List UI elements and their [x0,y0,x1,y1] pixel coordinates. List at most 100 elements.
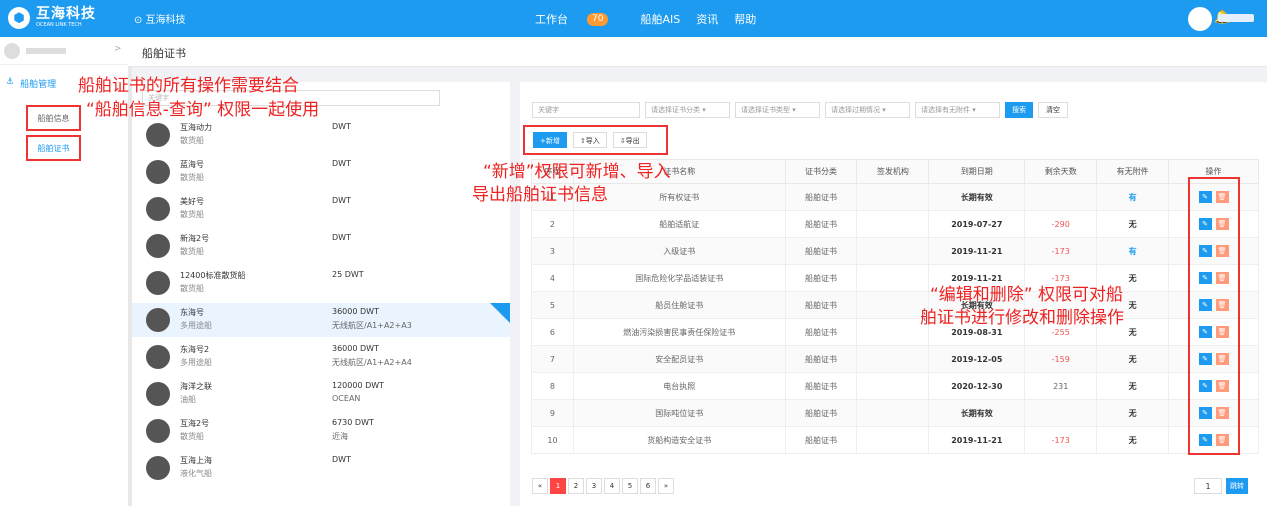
user-avatar[interactable] [1188,7,1212,31]
cell-attachment: 无 [1096,426,1170,454]
annotation-text: 舶证书进行修改和删除操作 [920,308,1124,328]
sidebar-group-ship-management[interactable]: ⚓ 船舶管理 [6,77,56,90]
table-row[interactable]: 7 安全配员证书 船舶证书 2019-12-05 -159 无 ✎ 🗑 [531,345,1259,373]
ops-highlight-box [1188,177,1240,455]
page-jump-button[interactable]: 跳转 [1226,478,1248,494]
ship-thumbnail [146,197,170,221]
cell-category: 船舶证书 [784,291,858,319]
import-button[interactable]: ⇧导入 [572,132,607,148]
list-item[interactable]: 互海上海 液化气船 DWT [132,451,510,485]
ship-thumbnail [146,456,170,480]
ship-name: 互海上海 [180,456,212,465]
list-item[interactable]: 美好号 散货船 DWT [132,192,510,226]
ship-dwt: DWT [332,455,351,464]
action-buttons: +新增 ⇧导入 ⇩导出 [523,125,668,155]
logo-icon: ⬢ [8,7,30,29]
cell-name: 电台执照 [572,372,786,400]
company-switcher[interactable]: ⊙ 互海科技 [134,11,186,26]
nav-help[interactable]: 帮助 [734,11,756,27]
category-select[interactable]: 请选择证书分类 ▾ [645,102,730,118]
cell-name: 国际危险化学品适装证书 [572,264,786,292]
page-button[interactable]: 6 [640,478,656,494]
column-header: 到期日期 [928,159,1026,184]
search-button[interactable]: 搜索 [1005,102,1033,118]
sidebar-item-ship-info[interactable]: 船舶信息 [26,105,81,131]
list-item[interactable]: 互海2号 散货船 6730 DWT 近海 [132,414,510,448]
list-item[interactable]: 12400标准散货船 散货船 25 DWT [132,266,510,300]
ship-thumbnail [146,123,170,147]
prev-page-button[interactable]: « [532,478,548,494]
attachment-select[interactable]: 请选择有无附件 ▾ [915,102,1000,118]
cell-attachment: 无 [1096,399,1170,427]
list-item[interactable]: 东海号 多用途船 36000 DWT 无线航区/A1+A2+A3 [132,303,510,337]
nav-workbench[interactable]: 工作台 70 [535,11,624,27]
cell-name: 船舶适航证 [572,210,786,238]
table-row[interactable]: 3 入级证书 船舶证书 2019-11-21 -173 有 ✎ 🗑 [531,237,1259,265]
ship-thumbnail [146,308,170,332]
table-row[interactable]: 4 国际危险化学品适装证书 船舶证书 2019-11-21 -173 无 ✎ 🗑 [531,264,1259,292]
table-row[interactable]: 1 所有权证书 船舶证书 长期有效有 ✎ 🗑 [531,183,1259,211]
keyword-input[interactable]: 关键字 [532,102,640,118]
table-row[interactable]: 5 船员住舱证书 船舶证书 长期有效无 ✎ 🗑 [531,291,1259,319]
list-item[interactable]: 新海2号 散货船 DWT [132,229,510,263]
page-jump-input[interactable]: 1 [1194,478,1222,494]
page-title: 船舶证书 [142,47,186,60]
cell-org [856,291,930,319]
page-jump: 1 跳转 [1194,478,1248,494]
cell-days [1024,183,1098,211]
column-header: 证书分类 [784,159,858,184]
list-item[interactable]: 蓝海号 散货船 DWT [132,155,510,189]
list-item[interactable]: 互海动力 散货船 DWT [132,118,510,152]
cell-category: 船舶证书 [784,183,858,211]
cell-expiry: 2019-12-05 [928,345,1026,373]
expiry-select[interactable]: 请选择过期情况 ▾ [825,102,910,118]
cell-name: 燃油污染损害民事责任保险证书 [572,318,786,346]
sidebar-user[interactable]: > [0,37,128,65]
logo[interactable]: ⬢ 互海科技 OCEAN LINK TECH [8,7,96,29]
cell-category: 船舶证书 [784,237,858,265]
list-item[interactable]: 东海号2 多用途船 36000 DWT 无线航区/A1+A2+A4 [132,340,510,374]
page-button[interactable]: 2 [568,478,584,494]
cert-type-select[interactable]: 请选择证书类型 ▾ [735,102,820,118]
user-name[interactable] [1218,14,1254,22]
nav-news[interactable]: 资讯 [696,11,718,27]
ship-dwt: 6730 DWT [332,418,374,427]
chevron-right-icon[interactable]: > [114,44,122,54]
annotation-text: “船舶信息-查询” 权限一起使用 [86,100,320,120]
ship-dwt: 25 DWT [332,270,364,279]
table-row[interactable]: 8 电台执照 船舶证书 2020-12-30 231 无 ✎ 🗑 [531,372,1259,400]
ship-name: 互海2号 [180,419,210,428]
page-button[interactable]: 5 [622,478,638,494]
column-header: 签发机构 [856,159,930,184]
filter-bar: 关键字 请选择证书分类 ▾ 请选择证书类型 ▾ 请选择过期情况 ▾ 请选择有无附… [532,102,1068,118]
page-button[interactable]: 1 [550,478,566,494]
ship-type: 散货船 [180,136,204,145]
add-button[interactable]: +新增 [533,132,567,148]
cell-days: -173 [1024,237,1098,265]
ship-dwt: DWT [332,122,351,131]
cell-days: -159 [1024,345,1098,373]
ship-thumbnail [146,345,170,369]
cell-expiry: 2020-12-30 [928,372,1026,400]
ship-dwt: 36000 DWT [332,344,379,353]
table-row[interactable]: 6 燃油污染损害民事责任保险证书 船舶证书 2019-08-31 -255 无 ✎ 🗑 [531,318,1259,346]
nav-ship-ais[interactable]: 船舶AIS [640,11,680,27]
cell-org [856,399,930,427]
table-row[interactable]: 9 国际吨位证书 船舶证书 长期有效无 ✎ 🗑 [531,399,1259,427]
clear-button[interactable]: 清空 [1038,102,1068,118]
sidebar-item-ship-certificates[interactable]: 船舶证书 [26,135,81,161]
list-item[interactable]: 海洋之联 油船 120000 DWT OCEAN [132,377,510,411]
ship-dwt: DWT [332,233,351,242]
ship-name: 海洋之联 [180,382,212,391]
table-row[interactable]: 2 船舶适航证 船舶证书 2019-07-27 -290 无 ✎ 🗑 [531,210,1259,238]
cell-category: 船舶证书 [784,264,858,292]
export-button[interactable]: ⇩导出 [612,132,647,148]
page-button[interactable]: 4 [604,478,620,494]
next-page-button[interactable]: » [658,478,674,494]
ship-type: 多用途船 [180,358,212,367]
cell-org [856,210,930,238]
table-row[interactable]: 10 货船构造安全证书 船舶证书 2019-11-21 -173 无 ✎ 🗑 [531,426,1259,454]
page-button[interactable]: 3 [586,478,602,494]
annotation-text: 船舶证书的所有操作需要结合 [78,76,299,96]
cell-category: 船舶证书 [784,345,858,373]
